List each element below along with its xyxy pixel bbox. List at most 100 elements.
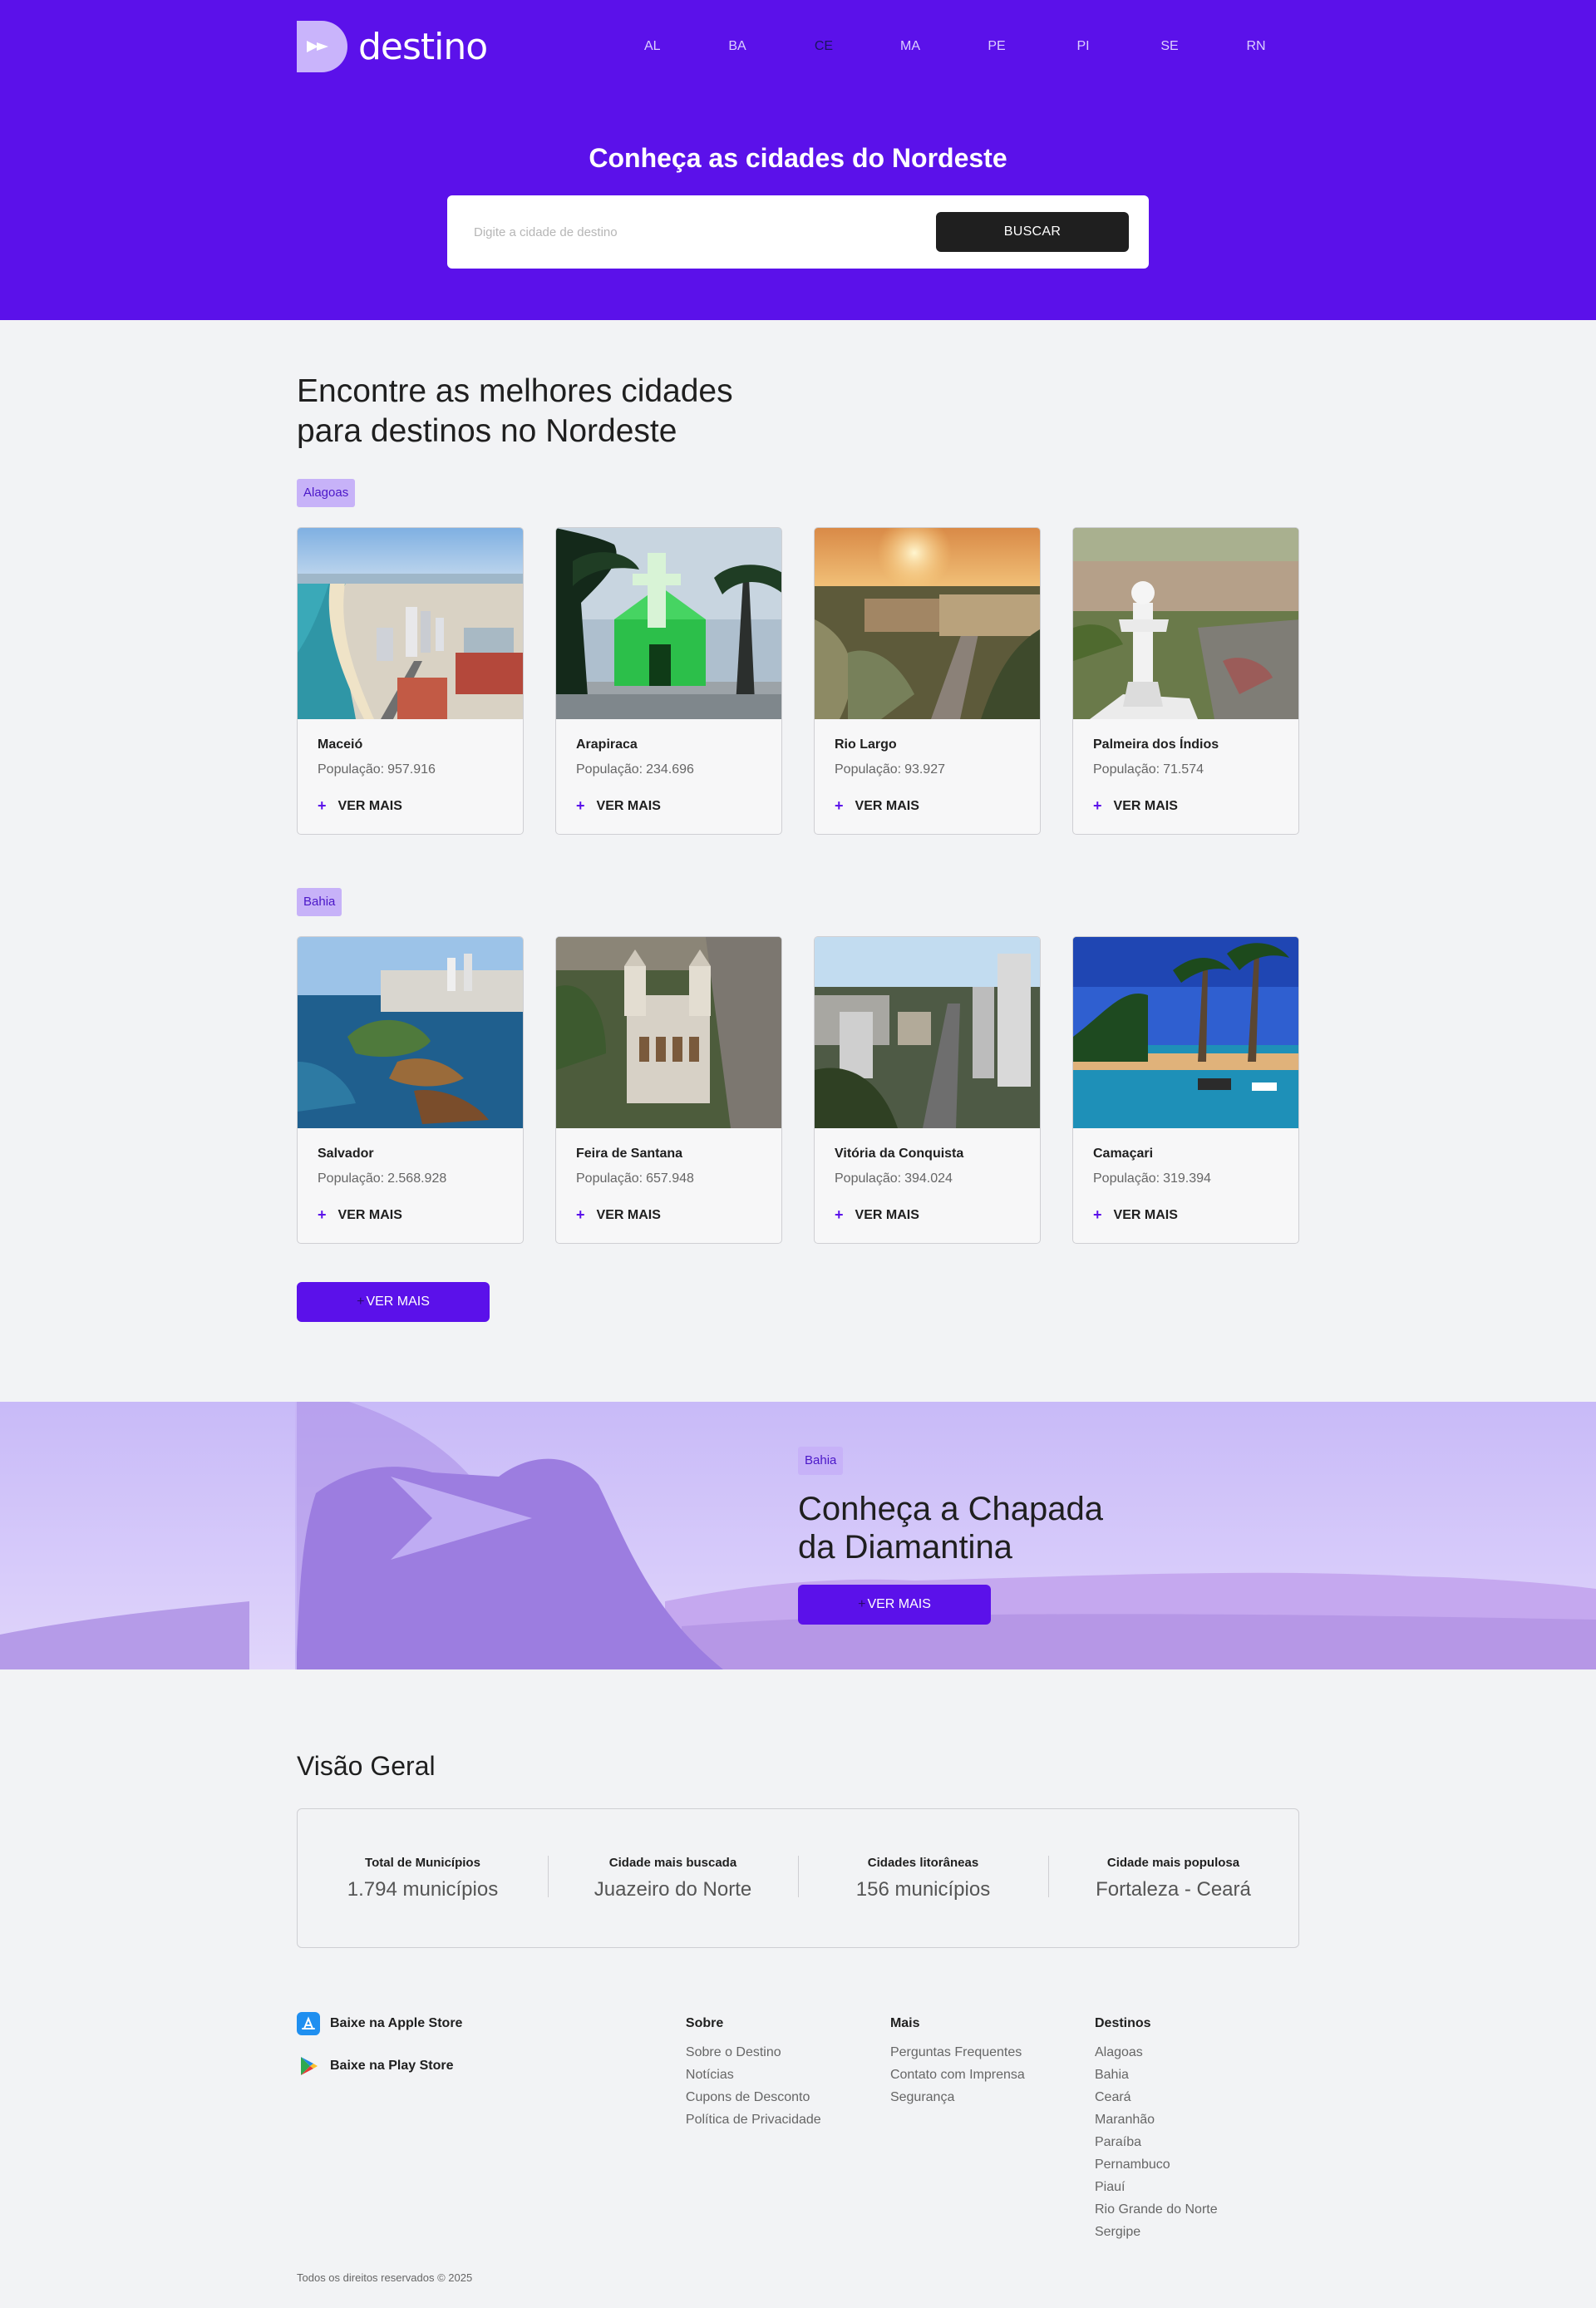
city-photo-vitoria-da-conquista [815, 937, 1040, 1128]
city-population: População: 394.024 [835, 1171, 953, 1186]
see-more-link[interactable]: + VER MAIS [835, 1206, 1020, 1224]
logo-text: destino [358, 25, 488, 68]
footer-column-sobre: Sobre Sobre o Destino Notícias Cupons de… [686, 2011, 890, 2243]
footer-link[interactable]: Bahia [1095, 2064, 1299, 2086]
city-photo-rio-largo [815, 528, 1040, 719]
plus-icon: + [318, 1206, 327, 1223]
stat-total-municipios: Total de Municípios 1.794 municípios [347, 1855, 499, 1901]
stat-most-searched: Cidade mais buscada Juazeiro do Norte [548, 1855, 798, 1901]
city-cards-bahia: Salvador População:2.568.928 +VER MAIS [297, 936, 1299, 1244]
search-input[interactable] [474, 224, 906, 239]
footer-link[interactable]: Ceará [1095, 2086, 1299, 2108]
plus-icon: + [576, 1206, 585, 1223]
see-more-link[interactable]: + VER MAIS [576, 797, 761, 815]
plus-icon: + [1093, 797, 1102, 814]
nav-item-al[interactable]: AL [644, 39, 694, 54]
footer-link[interactable]: Perguntas Frequentes [890, 2041, 1095, 2064]
city-photo-palmeira-dos-indios [1073, 528, 1298, 719]
see-more-link[interactable]: + VER MAIS [318, 797, 503, 815]
city-population: População: 957.916 [318, 762, 436, 777]
hero-header: destino AL BA CE MA PE PI SE RN Conheça … [0, 0, 1596, 320]
stat-coastal-cities: Cidades litorâneas 156 municípios [798, 1855, 1048, 1901]
footer-link[interactable]: Paraíba [1095, 2131, 1299, 2153]
footer-link[interactable]: Rio Grande do Norte [1095, 2198, 1299, 2221]
nav-item-ma[interactable]: MA [867, 39, 953, 54]
city-population: População: 234.696 [576, 762, 694, 777]
city-card[interactable]: Feira de Santana População: 657.948 + VER … [555, 936, 782, 1244]
footer-link[interactable]: Segurança [890, 2086, 1095, 2108]
footer-link[interactable]: Sobre o Destino [686, 2041, 890, 2064]
footer-link[interactable]: Pernambuco [1095, 2153, 1299, 2176]
footer-column-mais: Mais Perguntas Frequentes Contato com Im… [890, 2011, 1095, 2243]
apple-store-link[interactable]: Baixe na Apple Store [297, 2011, 686, 2036]
nav-item-pe[interactable]: PE [953, 39, 1040, 54]
banner-title: Conheça a Chapada da Diamantina [798, 1491, 1103, 1566]
footer-link[interactable]: Maranhão [1095, 2108, 1299, 2131]
see-more-link[interactable]: + VER MAIS [1093, 1206, 1278, 1224]
footer-link[interactable]: Alagoas [1095, 2041, 1299, 2064]
city-photo-maceio [298, 528, 523, 719]
city-card[interactable]: Arapiraca População: 234.696 + VER MAIS [555, 527, 782, 835]
hero-title: Conheça as cidades do Nordeste [589, 143, 1007, 173]
nav-item-pi[interactable]: PI [1040, 39, 1126, 54]
city-name: Feira de Santana [576, 1147, 683, 1161]
plus-icon: + [357, 1295, 365, 1309]
app-downloads: Baixe na Apple Store Baixe na Play Store [297, 2011, 686, 2243]
city-name: Camaçari [1093, 1147, 1154, 1161]
overview-section: Visão Geral Total de Municípios 1.794 mu… [297, 1751, 1299, 2284]
city-card[interactable]: Vitória da Conquista População: 394.024 +… [814, 936, 1041, 1244]
see-more-link[interactable]: + VER MAIS [1093, 797, 1278, 815]
banner-see-more-button[interactable]: + VER MAIS [798, 1585, 991, 1625]
search-button[interactable]: BUSCAR [936, 212, 1129, 252]
play-store-link[interactable]: Baixe na Play Store [297, 2054, 686, 2079]
plus-icon: + [835, 797, 844, 814]
nav-item-ba[interactable]: BA [694, 39, 781, 54]
state-tag-bahia[interactable]: Bahia [297, 888, 342, 916]
nav-item-se[interactable]: SE [1126, 39, 1213, 54]
featured-banner: Bahia Conheça a Chapada da Diamantina + … [0, 1402, 1596, 1669]
city-card[interactable]: Maceió População: 957.916 + VER MAIS [297, 527, 524, 835]
city-name: Palmeira dos Índios [1093, 737, 1219, 752]
logo-mark-icon [297, 21, 347, 72]
city-card[interactable]: Rio Largo População: 93.927 + VER MAIS [814, 527, 1041, 835]
main-title-line1: Encontre as melhores cidades [297, 373, 733, 409]
banner-content: Bahia Conheça a Chapada da Diamantina + … [798, 1447, 1103, 1625]
city-name: Vitória da Conquista [835, 1147, 964, 1161]
play-store-icon [301, 2057, 318, 2075]
see-more-link[interactable]: + VER MAIS [576, 1206, 761, 1224]
state-tag-alagoas[interactable]: Alagoas [297, 479, 356, 507]
main-content: Encontre as melhores cidades para destin… [297, 372, 1299, 1322]
city-name: Rio Largo [835, 737, 897, 752]
city-population: População: 93.927 [835, 762, 945, 777]
overview-stats: Total de Municípios 1.794 municípios Cid… [297, 1808, 1299, 1948]
footer-link[interactable]: Cupons de Desconto [686, 2086, 890, 2108]
city-name: Salvador [318, 1147, 374, 1161]
see-more-link[interactable]: + VER MAIS [835, 797, 1020, 815]
city-name: Maceió [318, 737, 363, 752]
banner-state-tag[interactable]: Bahia [798, 1447, 844, 1475]
plus-icon: + [576, 797, 585, 814]
footer-link[interactable]: Política de Privacidade [686, 2108, 890, 2131]
city-photo-arapiraca [556, 528, 781, 719]
city-name: Arapiraca [576, 737, 638, 752]
nav-item-rn[interactable]: RN [1213, 39, 1299, 54]
city-card[interactable]: Salvador População: 2.568.928 + VER MAIS [297, 936, 524, 1244]
nav-item-ce[interactable]: CE [781, 39, 867, 54]
see-more-cities-button[interactable]: + VER MAIS [297, 1282, 490, 1322]
footer-link[interactable]: Sergipe [1095, 2221, 1299, 2243]
city-population: População: 71.574 [1093, 762, 1204, 777]
see-more-link[interactable]: + VER MAIS [318, 1206, 503, 1224]
overview-title: Visão Geral [297, 1751, 436, 1781]
footer-link[interactable]: Contato com Imprensa [890, 2064, 1095, 2086]
city-population: População: 2.568.928 [318, 1171, 447, 1186]
footer-link[interactable]: Piauí [1095, 2176, 1299, 2198]
plus-icon: + [318, 797, 327, 814]
logo[interactable]: destino [297, 21, 488, 72]
plus-icon: + [835, 1206, 844, 1223]
city-card[interactable]: Palmeira dos Índios População: 71.574 + VE… [1072, 527, 1299, 835]
city-population: População: 319.394 [1093, 1171, 1211, 1186]
footer-link[interactable]: Notícias [686, 2064, 890, 2086]
state-nav: AL BA CE MA PE PI SE RN [644, 39, 1299, 54]
city-card[interactable]: Camaçari População: 319.394 + VER MAIS [1072, 936, 1299, 1244]
city-cards-alagoas: Maceió População: 957.916 + VER MAIS Ara… [297, 527, 1299, 835]
